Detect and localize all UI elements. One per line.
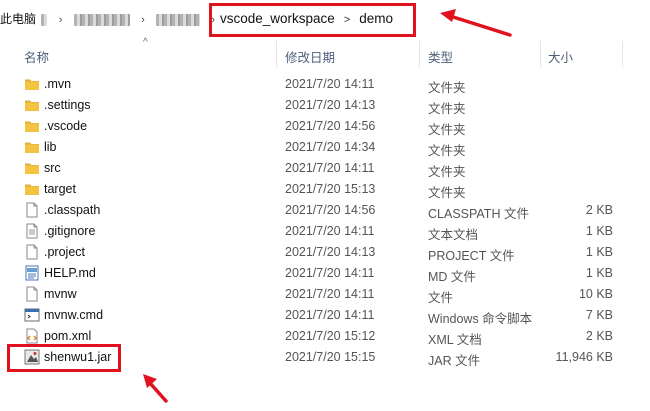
file-row[interactable]: .classpath 2021/7/20 14:56 CLASSPATH 文件 2 K… [0, 200, 650, 221]
file-size: 1 KB [585, 266, 613, 280]
file-name: .mvn [44, 77, 72, 91]
file-name: HELP.md [44, 266, 96, 280]
folder-icon [24, 76, 40, 92]
file-modified-date: 2021/7/20 14:11 [285, 266, 375, 280]
breadcrumb-highlight-box [209, 3, 416, 37]
folder-icon [24, 181, 40, 197]
file-modified-date: 2021/7/20 14:11 [285, 77, 375, 91]
chevron-right-icon[interactable]: › [141, 14, 145, 26]
file-row[interactable]: lib 2021/7/20 14:34 文件夹 [0, 137, 650, 158]
file-type: XML 文档 [428, 333, 482, 347]
file-type: 文件夹 [428, 81, 466, 95]
file-name: src [44, 161, 61, 175]
file-type: JAR 文件 [428, 354, 481, 368]
breadcrumb-prefix: 此电脑 › › › [0, 10, 215, 27]
file-row[interactable]: .vscode 2021/7/20 14:56 文件夹 [0, 116, 650, 137]
file-name: mvnw [44, 287, 77, 301]
breadcrumb-root[interactable]: 此电脑 [0, 12, 36, 26]
file-type: PROJECT 文件 [428, 249, 515, 263]
file-name: lib [44, 140, 57, 154]
folder-icon [24, 97, 40, 113]
file-size: 1 KB [585, 245, 613, 259]
file-row[interactable]: mvnw 2021/7/20 14:11 文件 10 KB [0, 284, 650, 305]
column-header-date[interactable]: 修改日期 [285, 47, 335, 66]
file-icon [24, 286, 40, 302]
redacted-segment [41, 13, 48, 26]
file-name: target [44, 182, 76, 196]
file-modified-date: 2021/7/20 14:11 [285, 308, 375, 322]
file-type: 文件夹 [428, 186, 466, 200]
file-name: .gitignore [44, 224, 96, 238]
file-modified-date: 2021/7/20 14:11 [285, 161, 375, 175]
file-type: CLASSPATH 文件 [428, 207, 529, 221]
file-row[interactable]: HELP.md 2021/7/20 14:11 MD 文件 1 KB [0, 263, 650, 284]
file-size: 2 KB [585, 329, 613, 343]
file-icon [24, 244, 40, 260]
file-size: 7 KB [585, 308, 613, 322]
file-icon [24, 202, 40, 218]
file-type: Windows 命令脚本 [428, 312, 533, 326]
annotation-arrow-icon [440, 9, 512, 37]
file-name: .vscode [44, 119, 88, 133]
file-type: 文件夹 [428, 102, 466, 116]
file-type: MD 文件 [428, 270, 476, 284]
file-size: 1 KB [585, 224, 613, 238]
file-name: .settings [44, 98, 91, 112]
address-bar[interactable]: 此电脑 › › › vscode_workspace > demo [0, 0, 650, 37]
column-header-size[interactable]: 大小 [548, 47, 573, 66]
file-size: 11,946 KB [555, 350, 613, 364]
file-modified-date: 2021/7/20 14:56 [285, 203, 376, 217]
file-modified-date: 2021/7/20 14:11 [285, 287, 375, 301]
file-modified-date: 2021/7/20 15:13 [285, 182, 376, 196]
cmd-file-icon [24, 307, 40, 323]
file-row[interactable]: src 2021/7/20 14:11 文件夹 [0, 158, 650, 179]
column-header: ^ 名称 修改日期 类型 大小 [0, 37, 650, 67]
file-row[interactable]: .mvn 2021/7/20 14:11 文件夹 [0, 74, 650, 95]
text-file-icon [24, 223, 40, 239]
redacted-segment [73, 13, 130, 26]
file-name: .project [44, 245, 85, 259]
jar-highlight-box [7, 344, 121, 372]
file-modified-date: 2021/7/20 14:13 [285, 98, 376, 112]
file-type: 文件夹 [428, 123, 466, 137]
file-modified-date: 2021/7/20 14:56 [285, 119, 376, 133]
file-row[interactable]: .gitignore 2021/7/20 14:11 文本文档 1 KB [0, 221, 650, 242]
file-modified-date: 2021/7/20 15:15 [285, 350, 376, 364]
file-name: mvnw.cmd [44, 308, 104, 322]
file-modified-date: 2021/7/20 15:12 [285, 329, 376, 343]
column-divider[interactable] [540, 41, 541, 67]
file-type: 文件夹 [428, 165, 466, 179]
folder-icon [24, 160, 40, 176]
file-name: .classpath [44, 203, 101, 217]
column-divider[interactable] [622, 41, 623, 67]
file-type: 文件 [428, 291, 454, 305]
file-modified-date: 2021/7/20 14:11 [285, 224, 375, 238]
file-row[interactable]: mvnw.cmd 2021/7/20 14:11 Windows 命令脚本 7 KB [0, 305, 650, 326]
md-file-icon [24, 265, 40, 281]
file-modified-date: 2021/7/20 14:34 [285, 140, 376, 154]
column-divider[interactable] [276, 41, 277, 67]
redacted-segment [156, 13, 201, 26]
column-header-name[interactable]: 名称 [24, 47, 49, 66]
folder-icon [24, 118, 40, 134]
chevron-right-icon[interactable]: › [59, 14, 63, 26]
file-row[interactable]: .project 2021/7/20 14:13 PROJECT 文件 1 KB [0, 242, 650, 263]
file-size: 2 KB [585, 203, 613, 217]
file-type: 文件夹 [428, 144, 466, 158]
xml-file-icon [24, 328, 40, 344]
file-row[interactable]: .settings 2021/7/20 14:13 文件夹 [0, 95, 650, 116]
file-name: pom.xml [44, 329, 92, 343]
column-header-type[interactable]: 类型 [428, 47, 453, 66]
column-divider[interactable] [419, 41, 420, 67]
sort-ascending-icon[interactable]: ^ [143, 37, 148, 48]
folder-icon [24, 139, 40, 155]
file-type: 文本文档 [428, 228, 479, 242]
file-modified-date: 2021/7/20 14:13 [285, 245, 376, 259]
file-row[interactable]: target 2021/7/20 15:13 文件夹 [0, 179, 650, 200]
annotation-arrow-icon [143, 374, 168, 403]
file-size: 10 KB [578, 287, 613, 301]
